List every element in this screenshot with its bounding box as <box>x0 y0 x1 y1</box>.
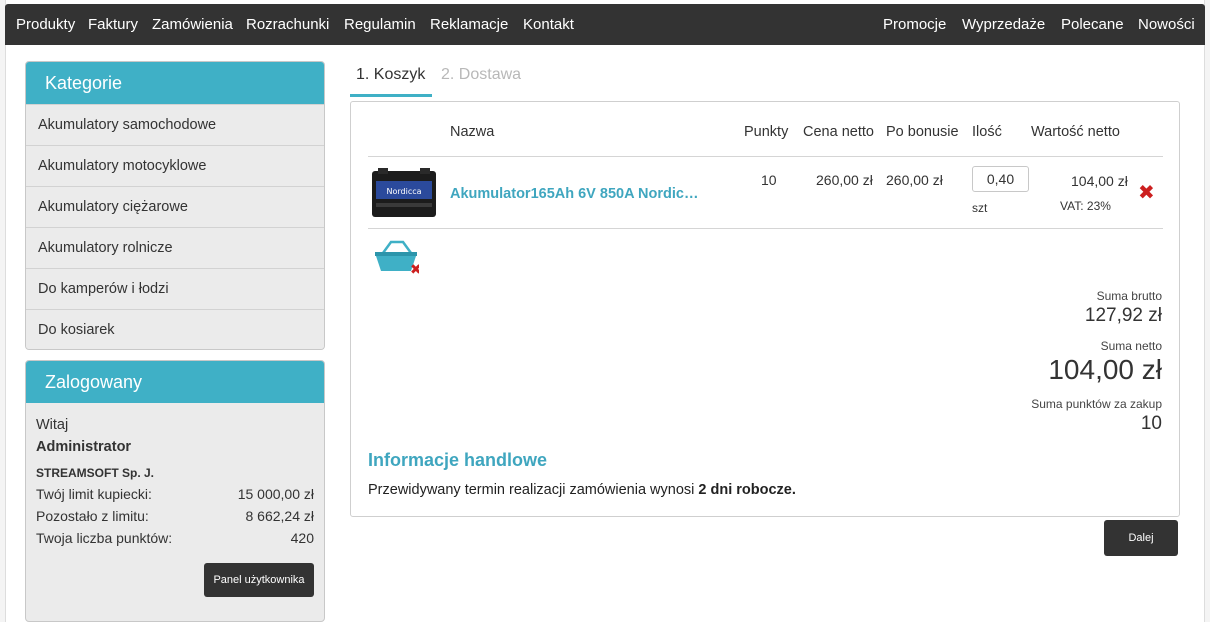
next-button[interactable]: Dalej <box>1104 520 1178 556</box>
category-item[interactable]: Akumulatory ciężarowe <box>26 186 324 227</box>
product-net-value: 104,00 zł <box>1071 173 1128 189</box>
net-total-value: 104,00 zł <box>1048 354 1162 385</box>
product-net-price: 260,00 zł <box>816 172 873 188</box>
gross-total-value: 127,92 zł <box>1084 305 1162 326</box>
nav-link-produkty[interactable]: Produkty <box>16 16 75 33</box>
remaining-value: 8 662,24 zł <box>245 508 315 524</box>
limit-value: 15 000,00 zł <box>237 486 314 502</box>
trade-info-prefix: Przewidywany termin realizacji zamówieni… <box>368 482 699 498</box>
tab-delivery[interactable]: 2. Dostawa <box>441 66 521 84</box>
greeting: Witaj <box>36 417 69 433</box>
clear-cart-icon[interactable]: ✖ <box>373 237 419 277</box>
row-divider <box>368 228 1163 229</box>
category-item[interactable]: Akumulatory samochodowe <box>26 104 324 145</box>
quantity-unit: szt <box>972 201 988 215</box>
nav-link-reklamacje[interactable]: Reklamacje <box>430 16 508 33</box>
points-row: Twoja liczba punktów: 420 <box>36 530 314 550</box>
nav-link-kontakt[interactable]: Kontakt <box>523 16 574 33</box>
limit-label: Twój limit kupiecki: <box>36 486 152 502</box>
header-qty: Ilość <box>972 124 1002 140</box>
points-label: Twoja liczba punktów: <box>36 530 173 546</box>
category-item[interactable]: Do kamperów i łodzi <box>26 268 324 309</box>
top-navigation: Produkty Faktury Zamówienia Rozrachunki … <box>5 4 1205 45</box>
product-after-bonus: 260,00 zł <box>886 172 943 188</box>
header-after-bonus: Po bonusie <box>886 124 959 140</box>
tab-cart[interactable]: 1. Koszyk <box>356 66 425 84</box>
header-name: Nazwa <box>450 124 495 140</box>
remaining-row: Pozostało z limitu: 8 662,24 zł <box>36 508 314 528</box>
product-image[interactable]: Nordicca <box>370 167 438 219</box>
remaining-label: Pozostało z limitu: <box>36 508 149 524</box>
product-points: 10 <box>761 172 777 188</box>
trade-info-bold: 2 dni robocze. <box>698 482 796 498</box>
header-net-value: Wartość netto <box>1031 124 1120 140</box>
nav-link-wyprzedaze[interactable]: Wyprzedaże <box>962 16 1045 33</box>
nav-link-zamowienia[interactable]: Zamówienia <box>152 16 233 33</box>
categories-title: Kategorie <box>26 62 324 104</box>
cart-box: Nazwa Punkty Cena netto Po bonusie Ilość… <box>350 101 1180 517</box>
trade-info-text: Przewidywany termin realizacji zamówieni… <box>368 482 796 498</box>
logged-in-title: Zalogowany <box>26 361 324 403</box>
svg-text:✖: ✖ <box>410 262 419 277</box>
header-divider <box>368 156 1163 157</box>
header-points: Punkty <box>744 124 789 140</box>
nav-link-polecane[interactable]: Polecane <box>1061 16 1124 33</box>
points-value: 420 <box>290 530 314 546</box>
categories-panel: Kategorie Akumulatory samochodowe Akumul… <box>25 61 325 350</box>
limit-row: Twój limit kupiecki: 15 000,00 zł <box>36 486 314 506</box>
remove-item-icon[interactable]: ✖ <box>1138 180 1155 205</box>
gross-total-label: Suma brutto <box>1096 289 1162 303</box>
user-panel-button[interactable]: Panel użytkownika <box>204 563 314 597</box>
product-vat: VAT: 23% <box>1060 199 1111 213</box>
net-total-label: Suma netto <box>1100 339 1162 353</box>
nav-link-faktury[interactable]: Faktury <box>88 16 138 33</box>
points-total-label: Suma punktów za zakup <box>1031 397 1162 411</box>
company-name: STREAMSOFT Sp. J. <box>36 466 155 480</box>
nav-link-regulamin[interactable]: Regulamin <box>344 16 416 33</box>
tab-active-indicator <box>350 94 432 97</box>
nav-link-nowosci[interactable]: Nowości <box>1138 16 1195 33</box>
product-image-brand: Nordicca <box>386 187 421 196</box>
category-item[interactable]: Akumulatory rolnicze <box>26 227 324 268</box>
product-name-link[interactable]: Akumulator165Ah 6V 850A Nordic… <box>450 186 698 202</box>
category-item[interactable]: Akumulatory motocyklowe <box>26 145 324 186</box>
trade-info-title: Informacje handlowe <box>368 450 548 470</box>
nav-link-promocje[interactable]: Promocje <box>883 16 946 33</box>
user-name: Administrator <box>36 439 132 455</box>
header-net-price: Cena netto <box>803 124 874 140</box>
points-total-value: 10 <box>1140 413 1162 434</box>
category-item[interactable]: Do kosiarek <box>26 309 324 349</box>
quantity-input[interactable]: 0,40 <box>972 166 1029 192</box>
logged-in-panel: Zalogowany Witaj Administrator STREAMSOF… <box>25 360 325 622</box>
nav-link-rozrachunki[interactable]: Rozrachunki <box>246 16 329 33</box>
